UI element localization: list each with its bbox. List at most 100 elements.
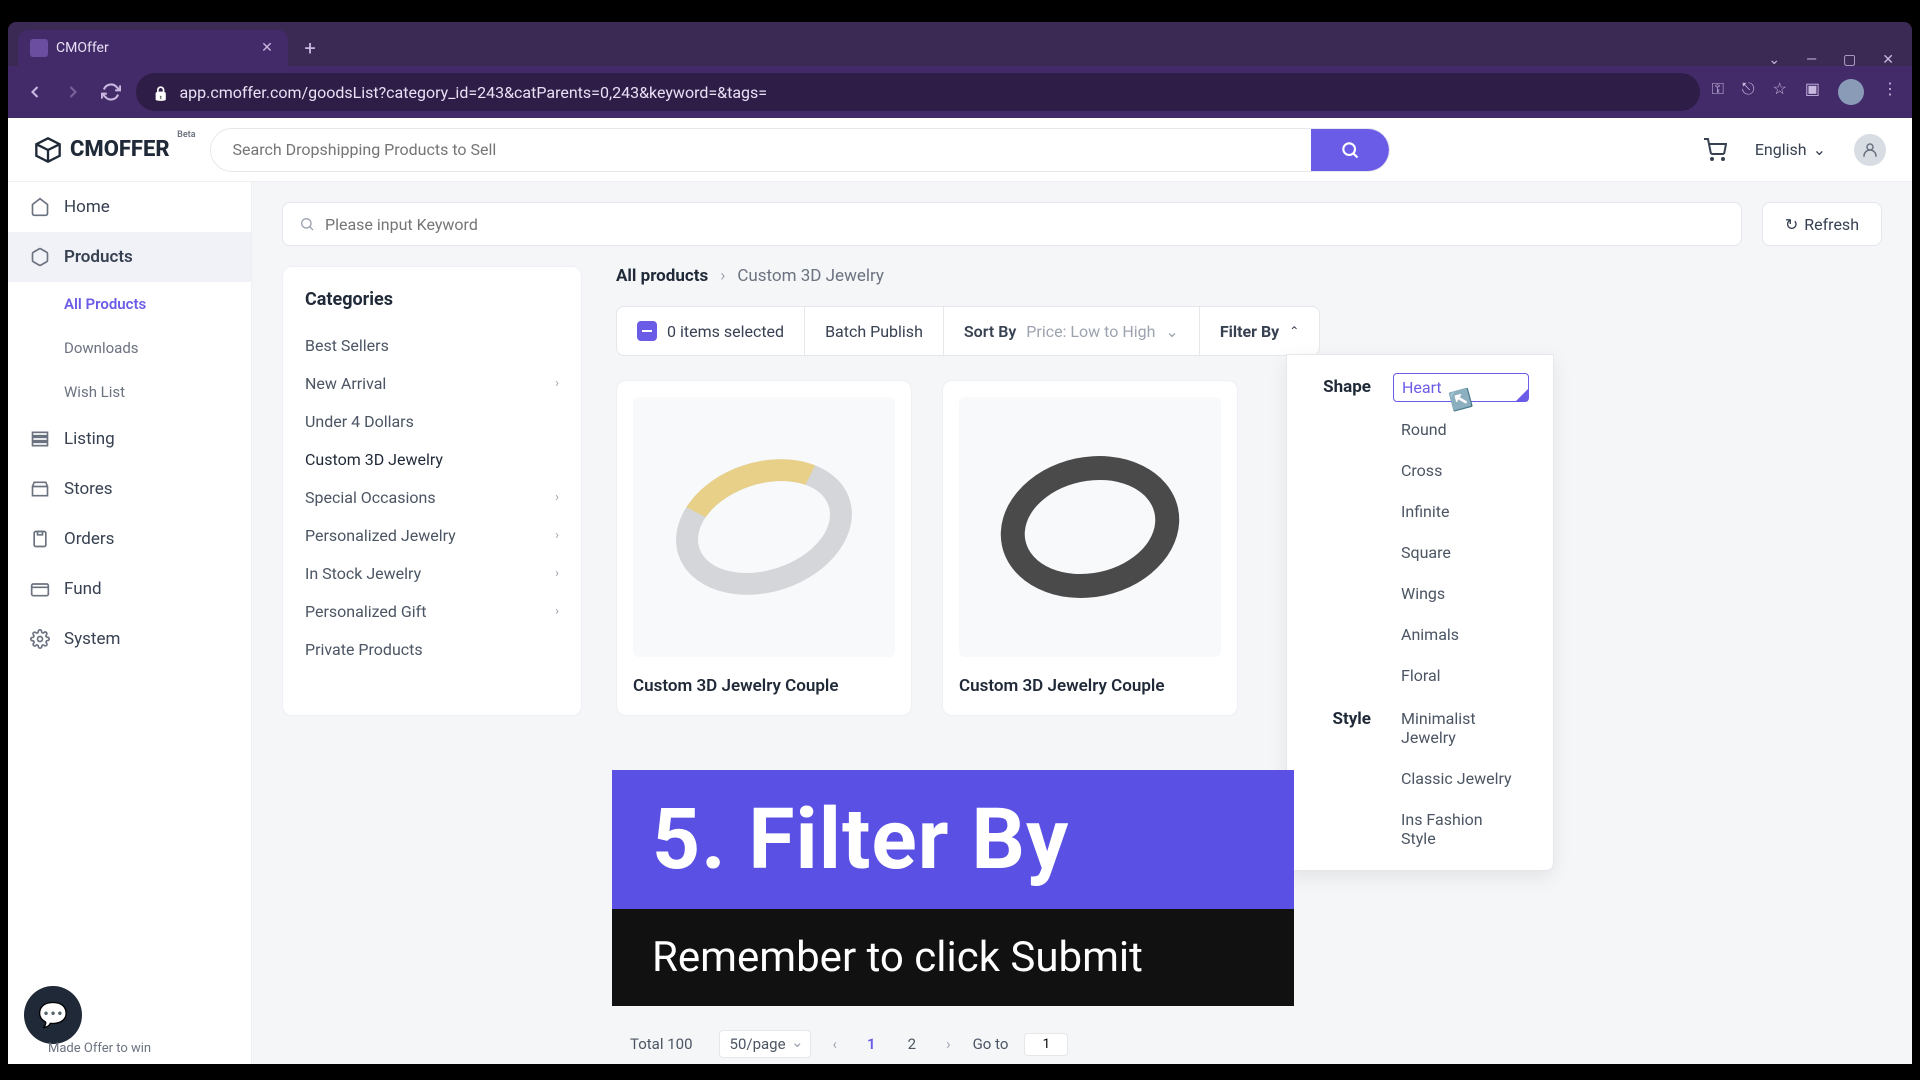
url-text: app.cmoffer.com/goodsList?category_id=24… <box>179 83 767 102</box>
filter-opt-infinite[interactable]: Infinite <box>1393 498 1529 525</box>
maximize-icon[interactable]: ▢ <box>1843 52 1856 68</box>
tab-favicon <box>30 39 48 57</box>
sort-dropdown[interactable]: Sort By Price: Low to High ⌄ <box>944 307 1200 355</box>
filter-opt-square[interactable]: Square <box>1393 539 1529 566</box>
store-icon <box>30 479 50 499</box>
cat-personalized-gift[interactable]: Personalized Gift› <box>305 592 559 630</box>
page-2[interactable]: 2 <box>900 1033 924 1055</box>
cat-under-4[interactable]: Under 4 Dollars <box>305 402 559 440</box>
profile-avatar[interactable] <box>1838 79 1864 105</box>
logo-text: CMOFFER <box>70 137 170 162</box>
prev-page-button[interactable]: ‹ <box>827 1035 844 1053</box>
product-title: Custom 3D Jewelry Couple <box>959 675 1221 699</box>
product-card[interactable]: Custom 3D Jewelry Couple <box>942 380 1238 716</box>
product-card[interactable]: Custom 3D Jewelry Couple <box>616 380 912 716</box>
close-tab-icon[interactable]: ✕ <box>258 39 276 57</box>
gear-icon <box>30 629 50 649</box>
global-search[interactable] <box>210 128 1390 172</box>
clipboard-icon <box>30 529 50 549</box>
nav-fund[interactable]: Fund <box>8 564 251 614</box>
nav-listing[interactable]: Listing <box>8 414 251 464</box>
cat-in-stock[interactable]: In Stock Jewelry› <box>305 554 559 592</box>
refresh-icon: ↻ <box>1785 215 1798 234</box>
share-icon[interactable]: ⎋ <box>1742 79 1755 105</box>
browser-tab[interactable]: CMOffer ✕ <box>18 30 288 66</box>
pagination: Total 100 50/page ‹ 1 2 › Go to <box>630 1030 1068 1058</box>
reload-button[interactable] <box>98 79 124 105</box>
subnav-downloads[interactable]: Downloads <box>8 326 251 370</box>
nav-products[interactable]: Products <box>8 232 251 282</box>
box-icon <box>30 247 50 267</box>
filter-dropdown[interactable]: Filter By ⌃ <box>1200 307 1319 355</box>
overlay-subtitle: Remember to click Submit <box>612 909 1294 1006</box>
new-tab-button[interactable]: + <box>296 34 324 62</box>
cat-special-occasions[interactable]: Special Occasions› <box>305 478 559 516</box>
menu-icon[interactable]: ⋮ <box>1882 79 1898 105</box>
filter-opt-minimalist[interactable]: Minimalist Jewelry <box>1393 705 1529 751</box>
cat-best-sellers[interactable]: Best Sellers <box>305 326 559 364</box>
cat-new-arrival[interactable]: New Arrival› <box>305 364 559 402</box>
tab-title: CMOffer <box>56 40 109 56</box>
nav-orders[interactable]: Orders <box>8 514 251 564</box>
filter-opt-heart[interactable]: Heart <box>1393 373 1529 402</box>
keyword-input[interactable] <box>325 215 1725 234</box>
search-button[interactable] <box>1311 128 1389 172</box>
refresh-button[interactable]: ↻ Refresh <box>1762 202 1882 246</box>
user-menu[interactable] <box>1854 134 1886 166</box>
cart-icon[interactable] <box>1703 138 1727 162</box>
minimize-icon[interactable]: — <box>1806 52 1817 68</box>
filter-opt-classic[interactable]: Classic Jewelry <box>1393 765 1529 792</box>
chevron-right-icon: › <box>555 566 559 581</box>
breadcrumb-root[interactable]: All products <box>616 266 708 286</box>
search-input[interactable] <box>211 140 1311 159</box>
categories-panel: Categories Best Sellers New Arrival› Und… <box>282 266 582 716</box>
star-icon[interactable]: ☆ <box>1773 79 1787 105</box>
cat-personalized-jewelry[interactable]: Personalized Jewelry› <box>305 516 559 554</box>
search-icon <box>299 216 315 232</box>
next-page-button[interactable]: › <box>940 1035 957 1053</box>
subnav-wishlist[interactable]: Wish List <box>8 370 251 414</box>
keyword-search[interactable] <box>282 202 1742 246</box>
product-title: Custom 3D Jewelry Couple <box>633 675 895 699</box>
filter-opt-ins-fashion[interactable]: Ins Fashion Style <box>1393 806 1529 852</box>
language-label: English <box>1755 140 1807 159</box>
extensions-icon[interactable]: ▣ <box>1805 79 1820 105</box>
select-all-checkbox[interactable] <box>637 321 657 341</box>
key-icon[interactable]: ⚿ <box>1712 79 1724 105</box>
page-size-select[interactable]: 50/page <box>719 1030 811 1058</box>
forward-button[interactable] <box>60 79 86 105</box>
main-content: ↻ Refresh Categories Best Sellers New Ar… <box>252 182 1912 1064</box>
language-selector[interactable]: English ⌄ <box>1755 140 1826 159</box>
nav-stores[interactable]: Stores <box>8 464 251 514</box>
chevron-down-icon[interactable]: ⌄ <box>1768 52 1780 68</box>
sidebar: Home Products All Products Downloads Wis… <box>8 182 252 1064</box>
filter-opt-round[interactable]: Round <box>1393 416 1529 443</box>
close-window-icon[interactable]: ✕ <box>1882 52 1894 68</box>
page-1[interactable]: 1 <box>859 1033 884 1055</box>
filter-opt-animals[interactable]: Animals <box>1393 621 1529 648</box>
app-header: CMOFFER Beta English ⌄ <box>8 118 1912 182</box>
beta-badge: Beta <box>177 130 195 140</box>
batch-publish-button[interactable]: Batch Publish <box>805 307 944 355</box>
goto-input[interactable] <box>1024 1033 1068 1056</box>
product-toolbar: 0 items selected Batch Publish Sort By P… <box>616 306 1320 356</box>
filter-group-style: Style <box>1315 705 1371 729</box>
filter-opt-cross[interactable]: Cross <box>1393 457 1529 484</box>
cat-custom-3d[interactable]: Custom 3D Jewelry <box>305 440 559 478</box>
back-button[interactable] <box>22 79 48 105</box>
cat-private[interactable]: Private Products <box>305 630 559 668</box>
address-bar[interactable]: app.cmoffer.com/goodsList?category_id=24… <box>136 73 1700 111</box>
filter-group-shape: Shape <box>1315 373 1371 397</box>
nav-system[interactable]: System <box>8 614 251 664</box>
chat-button[interactable]: 💬 <box>24 986 82 1044</box>
filter-opt-wings[interactable]: Wings <box>1393 580 1529 607</box>
chevron-up-icon: ⌃ <box>1289 324 1299 338</box>
lock-icon <box>152 83 169 102</box>
goto-label: Go to <box>973 1035 1009 1053</box>
subnav-all-products[interactable]: All Products <box>8 282 251 326</box>
home-icon <box>30 197 50 217</box>
nav-home[interactable]: Home <box>8 182 251 232</box>
chevron-right-icon: › <box>555 490 559 505</box>
logo[interactable]: CMOFFER Beta <box>34 136 170 164</box>
filter-opt-floral[interactable]: Floral <box>1393 662 1529 689</box>
